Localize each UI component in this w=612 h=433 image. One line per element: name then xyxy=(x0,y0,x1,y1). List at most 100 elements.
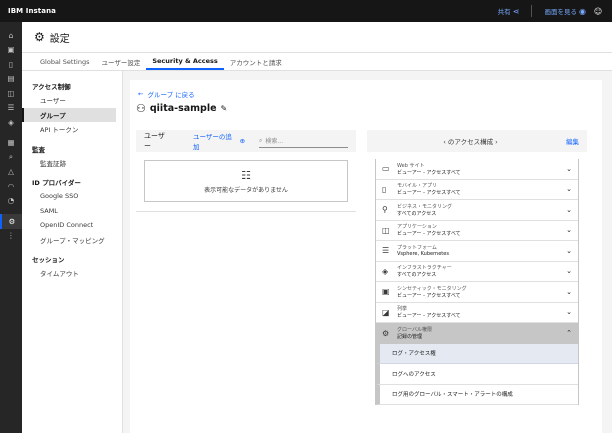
settings-icon[interactable]: ⚙ xyxy=(0,214,22,229)
divider xyxy=(531,5,533,17)
infrastructure-icon[interactable]: ◈ xyxy=(0,115,22,130)
add-user-button[interactable]: ユーザーの追加 ⊕ xyxy=(193,131,245,151)
tab-bar: Global Settings ユーザー設定 Security & Access… xyxy=(22,53,612,71)
row-value: すべてのアクセス xyxy=(397,272,437,279)
application-icon: ◫ xyxy=(382,225,390,235)
access-row[interactable]: ◈ インフラストラクチャー すべてのアクセス ⌄ xyxy=(376,262,578,282)
row-value: すべてのアクセス xyxy=(397,210,437,217)
edit-icon[interactable]: ✎ xyxy=(221,104,228,113)
synthetic-icon: ▣ xyxy=(382,287,390,297)
empty-state: ☷ 表示可能なデータがありません xyxy=(144,160,348,202)
add-icon: ⊕ xyxy=(239,137,246,145)
page-header: ⚙ 設定 xyxy=(22,22,612,53)
top-actions: 共有 ⋖ 画面を見る ◉ ☺ xyxy=(498,5,604,17)
chevron-down-icon: ⌄ xyxy=(566,308,572,317)
sidebar-item-audit-log[interactable]: 監査証跡 xyxy=(22,156,122,171)
user-icon[interactable]: ☺ xyxy=(592,5,604,17)
sidebar-item-groups[interactable]: グループ xyxy=(22,107,116,122)
row-value: ビューアー - アクセスすべて xyxy=(397,313,461,320)
access-row[interactable]: ▭ Web サイト ビューアー - アクセスすべて ⌄ xyxy=(376,159,578,180)
sidebar-item-openid-connect[interactable]: OpenID Connect xyxy=(22,218,122,233)
home-icon[interactable]: ⌂ xyxy=(0,28,22,43)
tab-global-settings[interactable]: Global Settings xyxy=(34,53,95,70)
analytics-icon[interactable]: ▦ xyxy=(0,136,22,151)
row-title: Web サイト xyxy=(397,162,425,169)
sidebar-section-title: 監査 xyxy=(32,145,45,154)
page-title: 設定 xyxy=(49,33,70,45)
alert-icon: ◪ xyxy=(382,307,390,317)
chevron-down-icon: ⌄ xyxy=(566,246,572,255)
arrow-left-icon: ← xyxy=(138,90,144,98)
support-icon[interactable]: ◠ xyxy=(0,179,22,194)
mobile-icon: ▯ xyxy=(382,184,387,194)
search-icon: ⌕ xyxy=(259,136,263,144)
row-value: ビューアー - アクセスすべて xyxy=(397,190,461,197)
sidebar-item-api-tokens[interactable]: API トークン xyxy=(22,122,122,137)
brand-label: IBM Instana xyxy=(8,7,56,15)
sidebar-item-saml[interactable]: SAML xyxy=(22,204,122,219)
sidebar-item-timeout[interactable]: タイムアウト xyxy=(22,266,122,281)
sub-item-log-access[interactable]: ログへのアクセス xyxy=(376,364,578,385)
more-icon[interactable]: ⋮ xyxy=(0,229,22,244)
row-value: 記録の管理 xyxy=(397,334,423,341)
row-title: ビジネス・モニタリング xyxy=(397,203,453,210)
platform-icon[interactable]: ☰ xyxy=(0,101,22,116)
sub-item-log-access-rights[interactable]: ログ・アクセス権 xyxy=(376,343,578,364)
sidebar-section-title: アクセス制御 xyxy=(32,83,71,91)
row-value: ビューアー - アクセスすべて xyxy=(397,231,461,238)
search-icon[interactable]: ⌕ xyxy=(0,150,22,165)
mobile-icon[interactable]: ▯ xyxy=(0,57,22,72)
chevron-down-icon: ⌄ xyxy=(566,185,572,194)
sidebar-item-google-sso[interactable]: Google SSO xyxy=(22,189,122,204)
tab-account-billing[interactable]: アカウントと請求 xyxy=(224,53,288,70)
empty-data-icon: ☷ xyxy=(241,168,251,182)
chevron-up-icon: ⌃ xyxy=(566,329,572,338)
business-icon: ⚲ xyxy=(382,205,388,215)
row-title: アプリケーション xyxy=(397,224,437,231)
access-row-expanded[interactable]: ⚙ グローバル権限 記録の管理 ⌃ xyxy=(376,323,578,344)
sidebar-section-title: ID プロバイダー xyxy=(32,179,81,187)
search-input[interactable]: ⌕ 検索... xyxy=(259,134,348,148)
sub-item-log-smart-alerts[interactable]: ログ用のグローバル・スマート・アラートの構成 xyxy=(376,384,578,405)
row-value: ビューアー - アクセスすべて xyxy=(397,292,461,299)
edit-button[interactable]: 編集 xyxy=(566,136,579,146)
share-button[interactable]: 共有 ⋖ xyxy=(498,6,520,16)
user-group-icon: ⚇ xyxy=(136,102,146,115)
sidebar-item-users[interactable]: ユーザー xyxy=(22,93,122,108)
chevron-down-icon: ⌄ xyxy=(566,267,572,276)
application-icon[interactable]: ◫ xyxy=(0,86,22,101)
alert-icon[interactable]: △ xyxy=(0,165,22,180)
group-title: ⚇ qiita-sample ✎ xyxy=(136,102,227,115)
settings-sidebar: アクセス制御 ユーザー グループ API トークン 監査 監査証跡 ID プロバ… xyxy=(22,71,123,433)
access-row[interactable]: ▯ モバイル・アプリ ビューアー - アクセスすべて ⌄ xyxy=(376,180,578,200)
access-toolbar: ‹ のアクセス構成 › 編集 xyxy=(367,130,587,152)
left-rail: ⌂ ▣ ▯ ▤ ◫ ☰ ◈ ▦ ⌕ △ ◠ ◔ ⚙ ⋮ xyxy=(0,22,22,433)
users-table: ☷ 表示可能なデータがありません xyxy=(136,152,356,212)
main-panel: ← グループ に戻る ⚇ qiita-sample ✎ ユーザー ユーザーの追加… xyxy=(130,80,602,433)
signal-icon[interactable]: ◔ xyxy=(0,194,22,209)
tab-user-settings[interactable]: ユーザー設定 xyxy=(95,53,146,70)
tab-security-access[interactable]: Security & Access xyxy=(146,53,224,70)
users-panel: ユーザー ユーザーの追加 ⊕ ⌕ 検索... ☷ 表示可能なデータがありません xyxy=(136,130,356,212)
access-row[interactable]: ◪ 列挙 ビューアー - アクセスすべて ⌄ xyxy=(376,303,578,323)
chevron-down-icon: ⌄ xyxy=(566,226,572,235)
row-value: ビューアー - アクセスすべて xyxy=(397,169,461,176)
row-title: 列挙 xyxy=(397,306,408,313)
share-label: 共有 xyxy=(497,8,511,16)
gear-icon: ⚙ xyxy=(34,30,45,44)
access-row[interactable]: ⚲ ビジネス・モニタリング すべてのアクセス ⌄ xyxy=(376,200,578,221)
chevron-down-icon: ⌄ xyxy=(566,164,572,173)
monitor-icon: ▭ xyxy=(382,164,390,174)
row-value: Vsphere, Kubernetes xyxy=(397,251,449,258)
access-row[interactable]: ☰ プラットフォーム Vsphere, Kubernetes ⌄ xyxy=(376,241,578,262)
view-dashboard-button[interactable]: 画面を見る ◉ xyxy=(544,6,586,16)
users-label: ユーザー xyxy=(144,132,165,150)
empty-text: 表示可能なデータがありません xyxy=(204,186,288,194)
website-icon[interactable]: ▣ xyxy=(0,43,22,58)
business-icon[interactable]: ▤ xyxy=(0,72,22,87)
access-panel: ‹ のアクセス構成 › 編集 ▭ Web サイト ビューアー - アクセスすべて ⌄ … xyxy=(367,130,587,405)
access-row[interactable]: ▣ シンセティック・モニタリング ビューアー - アクセスすべて ⌄ xyxy=(376,282,578,303)
back-link[interactable]: ← グループ に戻る xyxy=(138,89,195,99)
sidebar-item-group-mapping[interactable]: グループ・マッピング xyxy=(22,233,122,248)
access-row[interactable]: ◫ アプリケーション ビューアー - アクセスすべて ⌄ xyxy=(376,221,578,241)
